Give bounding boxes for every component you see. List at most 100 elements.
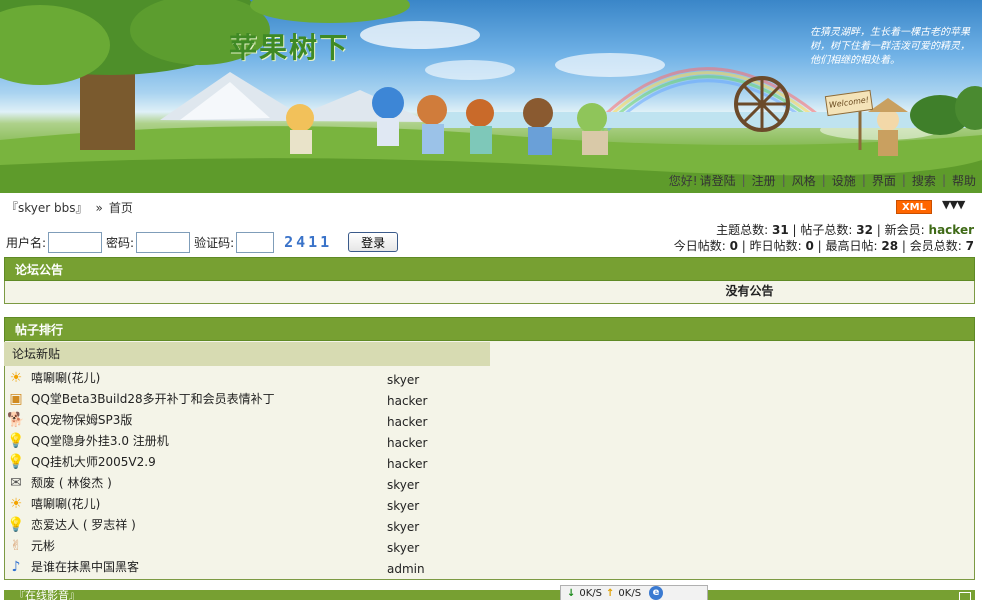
- post-title-link[interactable]: 嘻唰唰(花儿): [31, 495, 100, 512]
- notice-panel-body: 没有公告: [4, 281, 975, 304]
- envelope-icon: ✉: [10, 474, 22, 491]
- post-title-link[interactable]: QQ堂隐身外挂3.0 注册机: [31, 432, 169, 449]
- upload-arrow-icon: ↑: [606, 587, 615, 599]
- list-item[interactable]: ✌ 元彬 skyer: [6, 535, 486, 556]
- post-author[interactable]: skyer: [387, 478, 419, 492]
- post-author[interactable]: hacker: [387, 394, 427, 408]
- yesterday-posts-label: 昨日帖数:: [749, 239, 802, 253]
- post-title-link[interactable]: 颓废 ( 林俊杰 ): [31, 474, 112, 491]
- nav-separator: |: [781, 173, 786, 187]
- post-title-link[interactable]: QQ挂机大师2005V2.9: [31, 453, 156, 470]
- package-icon: ▣: [9, 390, 23, 407]
- max-posts-count: 28: [881, 239, 899, 253]
- expand-icon[interactable]: [959, 592, 971, 600]
- post-author[interactable]: hacker: [387, 457, 427, 471]
- list-item[interactable]: ☀ 嘻唰唰(花儿) skyer: [6, 367, 486, 388]
- list-item[interactable]: ✉ 颓废 ( 林俊杰 ) skyer: [6, 472, 486, 493]
- list-item[interactable]: 💡 恋爱达人 ( 罗志祥 ) skyer: [6, 514, 486, 535]
- posts-label: 帖子总数:: [800, 223, 853, 237]
- nav-separator: |: [941, 173, 946, 187]
- list-item[interactable]: 💡 QQ堂隐身外挂3.0 注册机 hacker: [6, 430, 486, 451]
- list-item[interactable]: 🐕 QQ宠物保姆SP3版 hacker: [6, 409, 486, 430]
- breadcrumb-separator: »: [95, 200, 103, 215]
- post-title-link[interactable]: 元彬: [31, 537, 55, 554]
- username-input[interactable]: [48, 231, 103, 253]
- post-author[interactable]: skyer: [387, 373, 419, 387]
- nav-separator: |: [821, 173, 826, 187]
- music-note-icon: ♪: [11, 558, 21, 575]
- new-member-label: 新会员:: [884, 223, 925, 237]
- topics-label: 主题总数:: [716, 223, 769, 237]
- post-author[interactable]: skyer: [387, 520, 419, 534]
- sun-icon: ☀: [9, 369, 23, 386]
- post-author[interactable]: admin: [387, 562, 425, 576]
- collapse-arrows-icon[interactable]: ▼▼▼: [942, 198, 965, 211]
- login-form: 用户名: 密码: 验证码: 2411 登录: [6, 231, 399, 253]
- site-banner: 苹果树下 在猜灵湖畔，生长着一棵古老的苹果树，树下住着一群活泼可爱的精灵，他们相…: [0, 0, 982, 193]
- post-title-link[interactable]: 嘻唰唰(花儿): [31, 369, 100, 386]
- nav-register-link[interactable]: 注册: [752, 172, 776, 189]
- site-title: 苹果树下: [229, 31, 350, 64]
- post-title-link[interactable]: QQ宠物保姆SP3版: [31, 411, 132, 428]
- media-panel-header[interactable]: 『在线影音』: [4, 590, 975, 600]
- posts-count: 32: [856, 223, 873, 237]
- new-posts-subheader: 论坛新贴: [4, 342, 490, 366]
- dog-icon: 🐕: [7, 411, 25, 428]
- nav-separator: |: [741, 173, 746, 187]
- forum-stats: 主题总数: 31 | 帖子总数: 32 | 新会员: hacker 今日帖数: …: [674, 222, 974, 254]
- ranking-panel-header[interactable]: 帖子排行: [4, 317, 975, 341]
- new-member-link[interactable]: hacker: [929, 223, 974, 237]
- captcha-label: 验证码:: [194, 235, 235, 250]
- stats-line-2: 今日帖数: 0 | 昨日帖数: 0 | 最高日帖: 28 | 会员总数: 7: [673, 239, 974, 253]
- nav-search-link[interactable]: 搜索: [912, 172, 936, 189]
- password-label: 密码:: [106, 235, 135, 250]
- members-label: 会员总数:: [909, 239, 962, 253]
- breadcrumb-current: 首页: [108, 201, 133, 215]
- post-title-link[interactable]: 恋爱达人 ( 罗志祥 ): [31, 516, 136, 533]
- today-posts-count: 0: [729, 239, 738, 253]
- lightbulb-icon: 💡: [7, 516, 25, 533]
- top-navigation: 您好! 请登陆 | 注册 | 风格 | 设施 | 界面 | 搜索 | 帮助: [669, 171, 976, 189]
- download-arrow-icon: ↓: [567, 587, 576, 599]
- members-count: 7: [965, 239, 974, 253]
- peace-hand-icon: ✌: [10, 537, 22, 554]
- download-speed: 0K/S: [579, 587, 603, 599]
- nav-style-link[interactable]: 风格: [792, 172, 816, 189]
- nav-separator: |: [861, 173, 866, 187]
- today-posts-label: 今日帖数:: [673, 239, 726, 253]
- notice-text: 没有公告: [725, 284, 774, 298]
- list-item[interactable]: ♪ 是谁在抹黑中国黑客 admin: [6, 556, 486, 577]
- username-label: 用户名:: [6, 235, 47, 250]
- nav-login-link[interactable]: 请登陆: [700, 172, 736, 189]
- post-author[interactable]: hacker: [387, 415, 427, 429]
- post-author[interactable]: skyer: [387, 541, 419, 555]
- breadcrumb-forum-link[interactable]: 『skyer bbs』: [6, 199, 88, 216]
- notice-panel-header[interactable]: 论坛公告: [4, 257, 975, 281]
- nav-help-link[interactable]: 帮助: [952, 172, 976, 189]
- site-slogan: 在猜灵湖畔，生长着一棵古老的苹果树，树下住着一群活泼可爱的精灵，他们相继的相处着…: [810, 27, 970, 66]
- password-input[interactable]: [136, 231, 191, 253]
- ie-browser-icon[interactable]: e: [649, 586, 664, 600]
- post-title-link[interactable]: 是谁在抹黑中国黑客: [31, 558, 139, 575]
- captcha-image: 2411: [274, 231, 343, 253]
- nav-settings-link[interactable]: 设施: [832, 172, 856, 189]
- captcha-input[interactable]: [236, 231, 275, 253]
- stats-line-1: 主题总数: 31 | 帖子总数: 32 | 新会员: hacker: [716, 223, 974, 237]
- network-speed-widget: ↓ 0K/S ↑ 0K/S e: [560, 585, 708, 600]
- nav-interface-link[interactable]: 界面: [872, 172, 896, 189]
- list-item[interactable]: ☀ 嘻唰唰(花儿) skyer: [6, 493, 486, 514]
- post-author[interactable]: skyer: [387, 499, 419, 513]
- list-item[interactable]: 💡 QQ挂机大师2005V2.9 hacker: [6, 451, 486, 472]
- sun-icon: ☀: [9, 495, 23, 512]
- xml-feed-button[interactable]: XML: [896, 200, 932, 214]
- login-button[interactable]: 登录: [348, 232, 399, 252]
- upload-speed: 0K/S: [618, 587, 642, 599]
- post-author[interactable]: hacker: [387, 436, 427, 450]
- post-title-link[interactable]: QQ堂Beta3Build28多开补丁和会员表情补丁: [31, 390, 275, 407]
- lightbulb-icon: 💡: [7, 432, 25, 449]
- topics-count: 31: [772, 223, 789, 237]
- greeting-text: 您好!: [668, 173, 698, 188]
- yesterday-posts-count: 0: [805, 239, 814, 253]
- lightbulb-icon: 💡: [7, 453, 25, 470]
- list-item[interactable]: ▣ QQ堂Beta3Build28多开补丁和会员表情补丁 hacker: [6, 388, 486, 409]
